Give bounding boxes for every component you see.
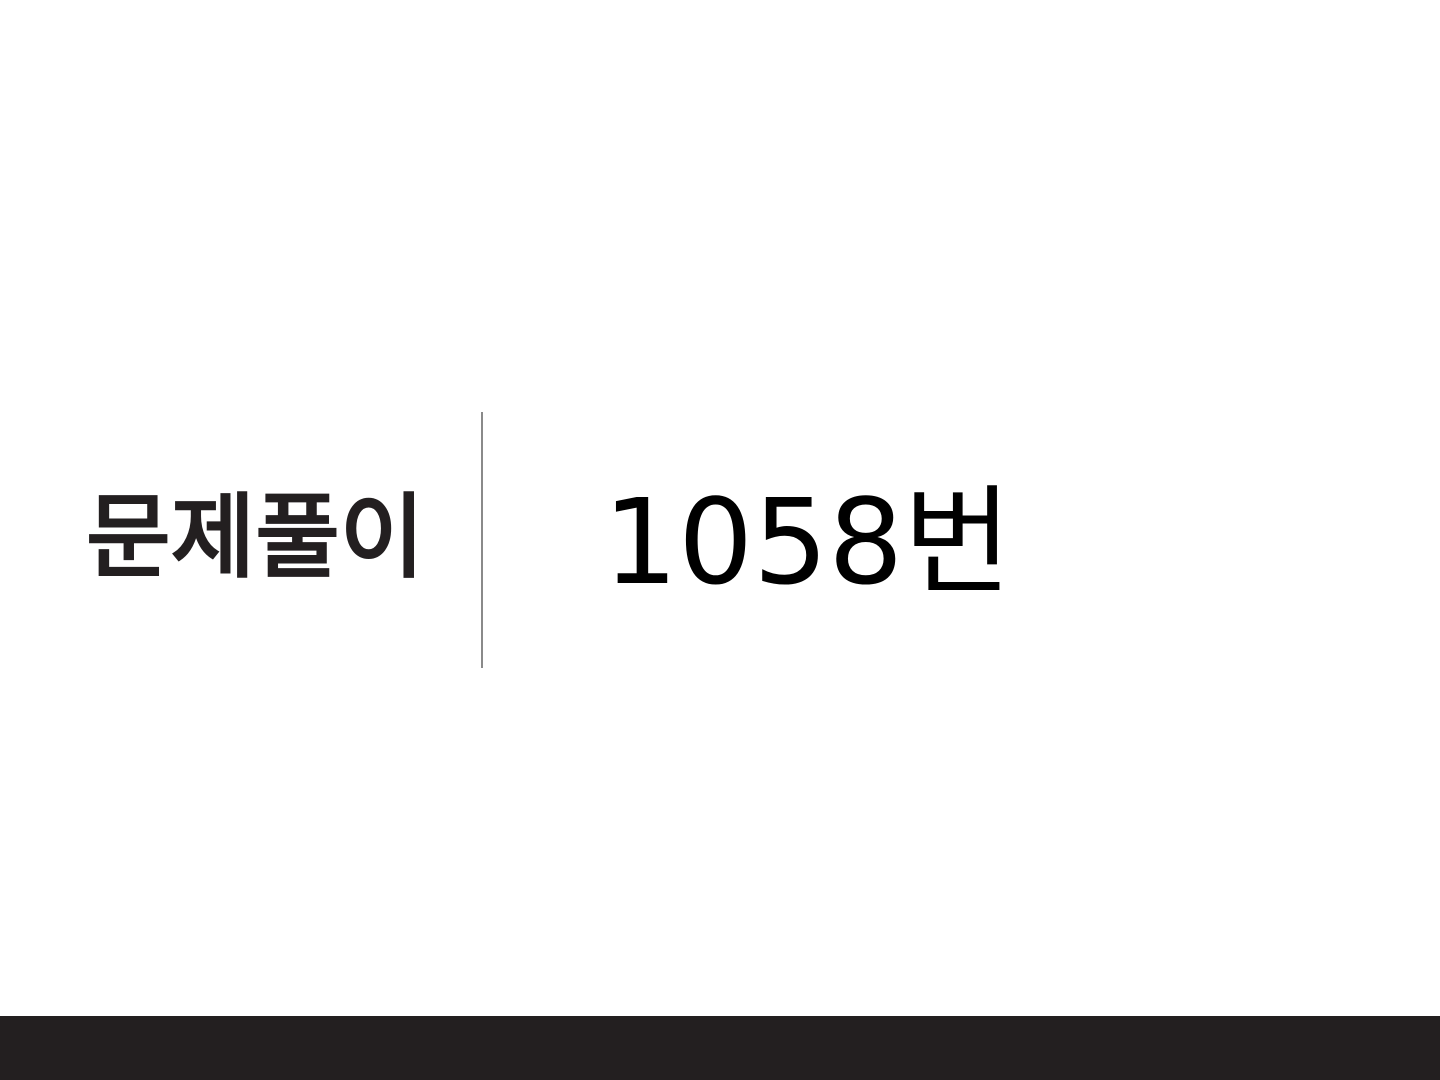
slide: 문제풀이 1058번 <box>0 0 1440 1080</box>
vertical-divider <box>481 412 483 668</box>
footer-bar <box>0 1016 1440 1080</box>
section-label: 문제풀이 <box>86 484 425 591</box>
problem-number-title: 1058번 <box>603 473 1012 611</box>
